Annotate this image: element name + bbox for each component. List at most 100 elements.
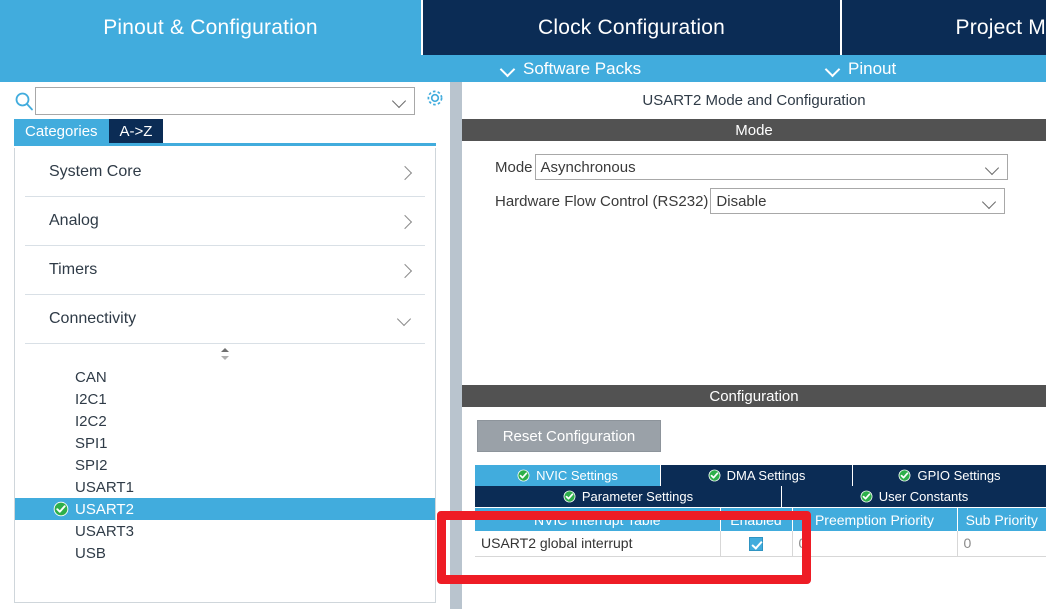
peripheral-spi1[interactable]: SPI1 [15,432,435,454]
interrupt-name: USART2 global interrupt [475,531,721,557]
peripheral-usart1[interactable]: USART1 [15,476,435,498]
check-circle-icon [517,469,530,482]
search-row [0,82,450,118]
configuration-section-header: Configuration [462,385,1046,407]
check-circle-icon [563,490,576,503]
tab-pinout-and-configuration[interactable]: Pinout & Configuration [0,0,421,55]
category-list: System Core Analog Timers Connectivity C… [14,148,436,603]
mode-field-row: Mode Asynchronous [495,154,1008,180]
category-connectivity[interactable]: Connectivity [25,295,425,344]
peripheral-usart3[interactable]: USART3 [15,520,435,542]
check-circle-icon [898,469,911,482]
main-tabs: Pinout & Configuration Clock Configurati… [0,0,1046,55]
tab-gpio-settings[interactable]: GPIO Settings [853,465,1046,486]
tab-project-manager-label: Project M [955,15,1046,39]
hardware-flow-control-label: Hardware Flow Control (RS232) [495,192,709,210]
hardware-flow-control-value: Disable [716,192,767,210]
pinout-label: Pinout [848,58,897,78]
tab-gpio-settings-label: GPIO Settings [917,468,1001,483]
peripheral-i2c1-label: I2C1 [75,390,107,408]
chevron-down-icon [987,163,999,172]
peripheral-i2c2-label: I2C2 [75,412,107,430]
reset-configuration-button[interactable]: Reset Configuration [477,420,661,452]
secondary-bar: Software Packs Pinout [0,55,1046,82]
mode-section-header: Mode [462,119,1046,141]
tab-project-manager[interactable]: Project M [840,0,1046,55]
tab-dma-settings[interactable]: DMA Settings [661,465,853,486]
search-combo[interactable] [35,87,415,115]
preemption-priority-cell[interactable]: 0 [792,531,958,557]
main-tab-bar: Pinout & Configuration Clock Configurati… [0,0,1046,55]
mode-label: Mode [495,158,533,176]
tab-nvic-settings[interactable]: NVIC Settings [475,465,661,486]
category-timers-label: Timers [49,261,98,278]
tab-user-constants[interactable]: User Constants [782,486,1046,507]
peripheral-usart1-label: USART1 [75,478,134,496]
check-circle-icon [53,501,69,517]
peripheral-usart3-label: USART3 [75,522,134,540]
page-title: USART2 Mode and Configuration [642,92,866,109]
column-header-preemption-priority[interactable]: Preemption Priority [792,508,958,531]
tab-categories-label: Categories [25,122,98,140]
tab-parameter-settings[interactable]: Parameter Settings [475,486,782,507]
chevron-right-icon [399,167,411,179]
hardware-flow-control-select[interactable]: Disable [710,188,1006,214]
pinout-menu[interactable]: Pinout [826,55,896,82]
peripheral-can[interactable]: CAN [15,366,435,388]
peripheral-usart2[interactable]: USART2 [15,498,435,520]
chevron-right-icon [399,216,411,228]
peripheral-tree-panel: Categories A->Z System Core Analog Timer… [0,82,450,609]
stm32cubemx-window: Pinout & Configuration Clock Configurati… [0,0,1046,609]
configuration-tabs-row-2: Parameter Settings User Constants [475,486,1046,507]
gear-icon[interactable] [424,87,446,109]
software-packs-label: Software Packs [523,58,642,78]
software-packs-menu[interactable]: Software Packs [501,55,641,82]
check-circle-icon [708,469,721,482]
enabled-checkbox[interactable] [749,537,763,552]
left-panel-tabs: Categories A->Z [14,119,164,143]
column-header-enabled[interactable]: Enabled [720,508,793,531]
panel-splitter[interactable] [450,82,462,609]
column-header-sub-priority[interactable]: Sub Priority [957,508,1046,531]
chevron-down-icon [501,64,515,73]
chevron-down-icon [399,314,411,326]
sub-priority-cell[interactable]: 0 [957,531,1046,557]
category-analog[interactable]: Analog [25,197,425,246]
tab-clock-configuration-label: Clock Configuration [537,15,726,39]
mode-and-configuration-panel: USART2 Mode and Configuration Mode Mode … [462,82,1046,609]
category-system-core[interactable]: System Core [25,148,425,197]
tab-categories[interactable]: Categories [14,119,109,143]
mode-select[interactable]: Asynchronous [534,154,1008,180]
table-row[interactable]: USART2 global interrupt 0 0 [475,531,1046,557]
category-timers[interactable]: Timers [25,246,425,295]
category-system-core-label: System Core [49,163,142,180]
peripheral-usart2-label: USART2 [75,500,134,518]
chevron-down-icon[interactable] [393,96,407,105]
peripheral-list: CAN I2C1 I2C2 SPI1 SPI2 USART1 USART2 US… [15,364,435,564]
peripheral-usb[interactable]: USB [15,542,435,564]
peripheral-spi2[interactable]: SPI2 [15,454,435,476]
tab-a-to-z[interactable]: A->Z [108,119,164,143]
tab-parameter-settings-label: Parameter Settings [581,489,694,504]
category-analog-label: Analog [49,212,99,229]
tab-pinout-and-configuration-label: Pinout & Configuration [103,15,318,39]
peripheral-spi2-label: SPI2 [75,456,108,474]
tab-dma-settings-label: DMA Settings [726,468,806,483]
tab-nvic-settings-label: NVIC Settings [536,468,618,483]
peripheral-i2c1[interactable]: I2C1 [15,388,435,410]
tab-user-constants-label: User Constants [878,489,969,504]
category-connectivity-label: Connectivity [49,310,137,327]
interrupt-enabled-cell[interactable] [720,531,793,557]
search-icon [14,91,34,111]
left-tabs-underline [14,143,436,146]
chevron-down-icon [826,64,840,73]
column-header-nvic-interrupt-table[interactable]: NVIC Interrupt Table [475,508,721,531]
chevron-down-icon [984,197,996,206]
hardware-flow-control-row: Hardware Flow Control (RS232) Disable [495,188,1006,214]
list-scroll-handle[interactable] [15,344,435,364]
search-input[interactable] [36,88,388,114]
tab-clock-configuration[interactable]: Clock Configuration [421,0,840,55]
peripheral-i2c2[interactable]: I2C2 [15,410,435,432]
table-header-row: NVIC Interrupt Table Enabled Preemption … [475,508,1046,531]
chevron-right-icon [399,265,411,277]
